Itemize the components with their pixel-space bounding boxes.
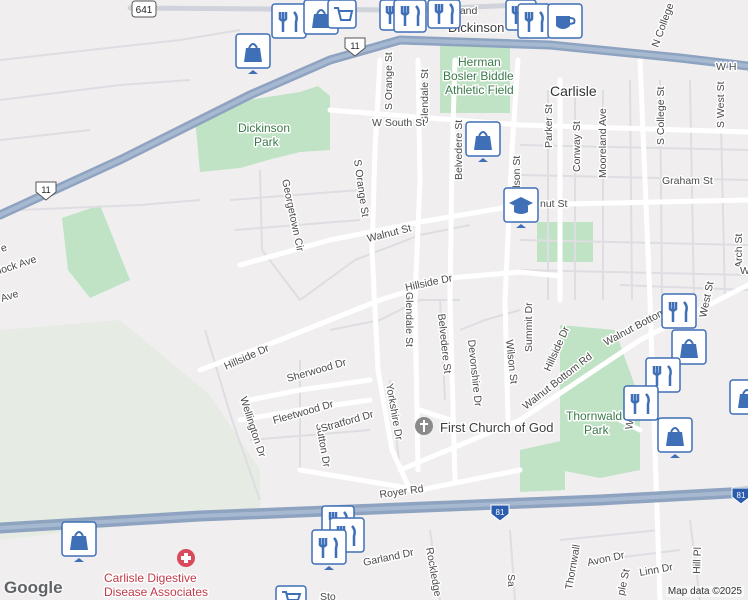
- label-carlisle: Carlisle: [550, 83, 597, 99]
- label-arch-st: Arch St: [733, 233, 745, 268]
- map-attribution[interactable]: Map data ©2025: [665, 586, 744, 597]
- google-logo: Google: [4, 578, 63, 597]
- restaurant-icon: [517, 3, 551, 39]
- restaurant-icon: [427, 0, 461, 29]
- label-belvedere-st-top: Belvedere St: [453, 120, 465, 180]
- label-s-west-st: S West St: [715, 81, 727, 128]
- hospital-icon[interactable]: [177, 549, 195, 567]
- label-s-college-st: S College St: [655, 87, 667, 145]
- church-icon[interactable]: [415, 417, 433, 435]
- restaurant-icon: [311, 529, 347, 570]
- shopping-bag-icon: [61, 521, 97, 562]
- label-dickinson-park-2: Park: [254, 135, 280, 149]
- shopping-bag-icon: [465, 121, 501, 162]
- shopping-bag-icon: [729, 379, 748, 415]
- label-sto: Sto: [320, 591, 336, 600]
- label-summit-dr: Summit Dr: [523, 302, 535, 352]
- shopping-cart-icon: [275, 585, 307, 600]
- svg-text:81: 81: [496, 508, 505, 517]
- label-hospital-2: Disease Associates: [104, 585, 208, 599]
- label-mooreland-ave: Mooreland Ave: [597, 108, 609, 178]
- cafe-icon: [547, 3, 583, 39]
- shopping-bag-icon: [235, 33, 271, 74]
- label-glendale-st-top: Glendale St: [419, 69, 431, 124]
- restaurant-icon: [271, 3, 307, 39]
- label-walnut-st-right: nut St: [540, 198, 568, 210]
- label-w-right: W: [740, 265, 748, 277]
- shopping-bag-icon: [657, 417, 693, 458]
- svg-text:11: 11: [350, 41, 359, 51]
- label-dickinson-park-1: Dickinson: [238, 121, 290, 135]
- label-glendale-st-mid: Glendale St: [403, 292, 415, 347]
- label-herman: Herman: [458, 55, 501, 69]
- label-parker-st: Parker St: [543, 104, 555, 148]
- shopping-cart-icon: [327, 0, 357, 29]
- map-canvas[interactable]: 641 11 11 81 81 Garland Dickinson Herman…: [0, 0, 748, 600]
- label-graham-st: Graham St: [662, 175, 713, 187]
- restaurant-icon: [393, 0, 427, 33]
- label-first-church: First Church of God: [440, 420, 553, 435]
- svg-text:641: 641: [136, 5, 153, 16]
- label-s-orange-st-top: S Orange St: [383, 52, 395, 110]
- restaurant-icon: [623, 385, 659, 421]
- school-icon: [503, 187, 539, 228]
- label-bosler-biddle: Bosler Biddle: [443, 69, 514, 83]
- label-hill-pl: Hill Pl: [691, 547, 704, 574]
- label-hospital-1: Carlisle Digestive: [104, 571, 197, 585]
- label-w-south-st: W South St: [372, 117, 425, 129]
- svg-text:81: 81: [737, 491, 746, 500]
- label-thornwald-1: Thornwald: [566, 409, 622, 423]
- label-thornwald-2: Park: [584, 423, 610, 437]
- label-sa: Sa: [505, 574, 517, 587]
- label-conway-st: Conway St: [571, 121, 583, 172]
- svg-text:11: 11: [41, 185, 50, 195]
- label-w-h: W H: [716, 61, 736, 73]
- label-athletic-field: Athletic Field: [445, 83, 514, 97]
- restaurant-icon: [661, 293, 697, 329]
